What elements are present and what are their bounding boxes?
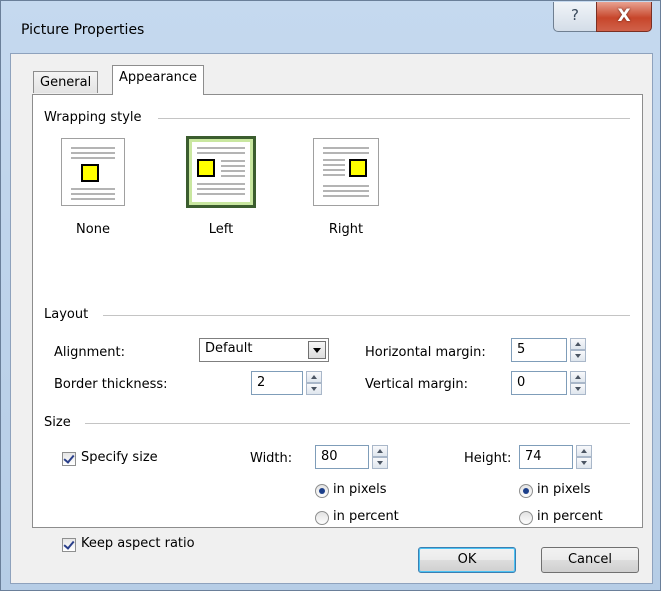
spin-down-icon[interactable]	[570, 383, 586, 395]
vertical-margin-spinner[interactable]	[570, 371, 586, 395]
border-thickness-label: Border thickness:	[54, 377, 168, 392]
width-in-pixels-label[interactable]: in pixels	[333, 482, 387, 497]
spin-down-icon[interactable]	[372, 457, 388, 469]
chevron-down-icon[interactable]	[308, 341, 326, 359]
close-button[interactable]: X	[596, 2, 652, 32]
size-label: Size	[44, 415, 77, 430]
height-in-pixels-label[interactable]: in pixels	[537, 482, 591, 497]
tab-general[interactable]: General	[33, 71, 99, 93]
spin-down-icon[interactable]	[306, 383, 322, 395]
spin-up-icon[interactable]	[570, 371, 586, 383]
spin-up-icon[interactable]	[576, 445, 592, 457]
wrapping-style-label: Wrapping style	[44, 110, 148, 125]
height-input[interactable]: 74	[519, 445, 573, 469]
spin-up-icon[interactable]	[306, 371, 322, 383]
width-in-percent-label[interactable]: in percent	[333, 509, 399, 524]
wrap-left-label: Left	[208, 222, 234, 237]
vertical-margin-label: Vertical margin:	[365, 377, 469, 392]
alignment-label: Alignment:	[54, 345, 125, 360]
help-button[interactable]: ?	[553, 2, 597, 32]
horizontal-margin-spinner[interactable]	[570, 338, 586, 362]
wrap-right-label: Right	[328, 222, 364, 237]
layout-label: Layout	[44, 307, 95, 322]
spin-down-icon[interactable]	[576, 457, 592, 469]
ok-button[interactable]: OK	[418, 547, 516, 573]
spin-up-icon[interactable]	[372, 445, 388, 457]
layout-divider	[103, 315, 630, 316]
wrapping-style-divider	[158, 118, 630, 119]
wrap-left-icon	[186, 136, 256, 208]
dialog-title: Picture Properties	[21, 22, 145, 38]
border-thickness-spinner[interactable]	[306, 371, 322, 395]
size-divider	[85, 423, 630, 424]
height-spinner[interactable]	[576, 445, 592, 469]
keep-aspect-ratio-label[interactable]: Keep aspect ratio	[81, 536, 195, 551]
alignment-dropdown[interactable]: Default	[199, 338, 329, 362]
appearance-tab-page: Wrapping style None Left Right Layout Al…	[32, 94, 643, 552]
horizontal-margin-input[interactable]: 5	[511, 338, 567, 362]
width-label: Width:	[250, 451, 293, 466]
wrap-right-icon	[313, 138, 379, 206]
specify-size-label[interactable]: Specify size	[81, 450, 158, 465]
specify-size-checkbox[interactable]	[62, 452, 76, 466]
height-in-percent-label[interactable]: in percent	[537, 509, 603, 524]
wrap-none-label: None	[76, 222, 110, 237]
close-icon: X	[617, 6, 631, 26]
width-input[interactable]: 80	[315, 445, 369, 469]
wrap-none-icon	[61, 138, 125, 206]
width-in-pixels-radio[interactable]	[315, 484, 329, 498]
horizontal-margin-label: Horizontal margin:	[365, 345, 486, 360]
height-label: Height:	[464, 451, 512, 466]
height-in-pixels-radio[interactable]	[519, 484, 533, 498]
cancel-button[interactable]: Cancel	[541, 547, 639, 573]
alignment-value: Default	[205, 341, 253, 356]
picture-properties-dialog: Picture Properties ? X General Appearanc…	[0, 0, 661, 591]
spin-up-icon[interactable]	[570, 338, 586, 350]
keep-aspect-ratio-checkbox[interactable]	[62, 538, 76, 552]
help-icon: ?	[571, 6, 579, 24]
width-in-percent-radio[interactable]	[315, 511, 329, 525]
height-in-percent-radio[interactable]	[519, 511, 533, 525]
width-spinner[interactable]	[372, 445, 388, 469]
vertical-margin-input[interactable]: 0	[511, 371, 567, 395]
dialog-client-area: General Appearance Wrapping style None L…	[10, 53, 653, 584]
tab-appearance[interactable]: Appearance	[112, 65, 205, 95]
border-thickness-input[interactable]: 2	[251, 371, 303, 395]
spin-down-icon[interactable]	[570, 350, 586, 362]
